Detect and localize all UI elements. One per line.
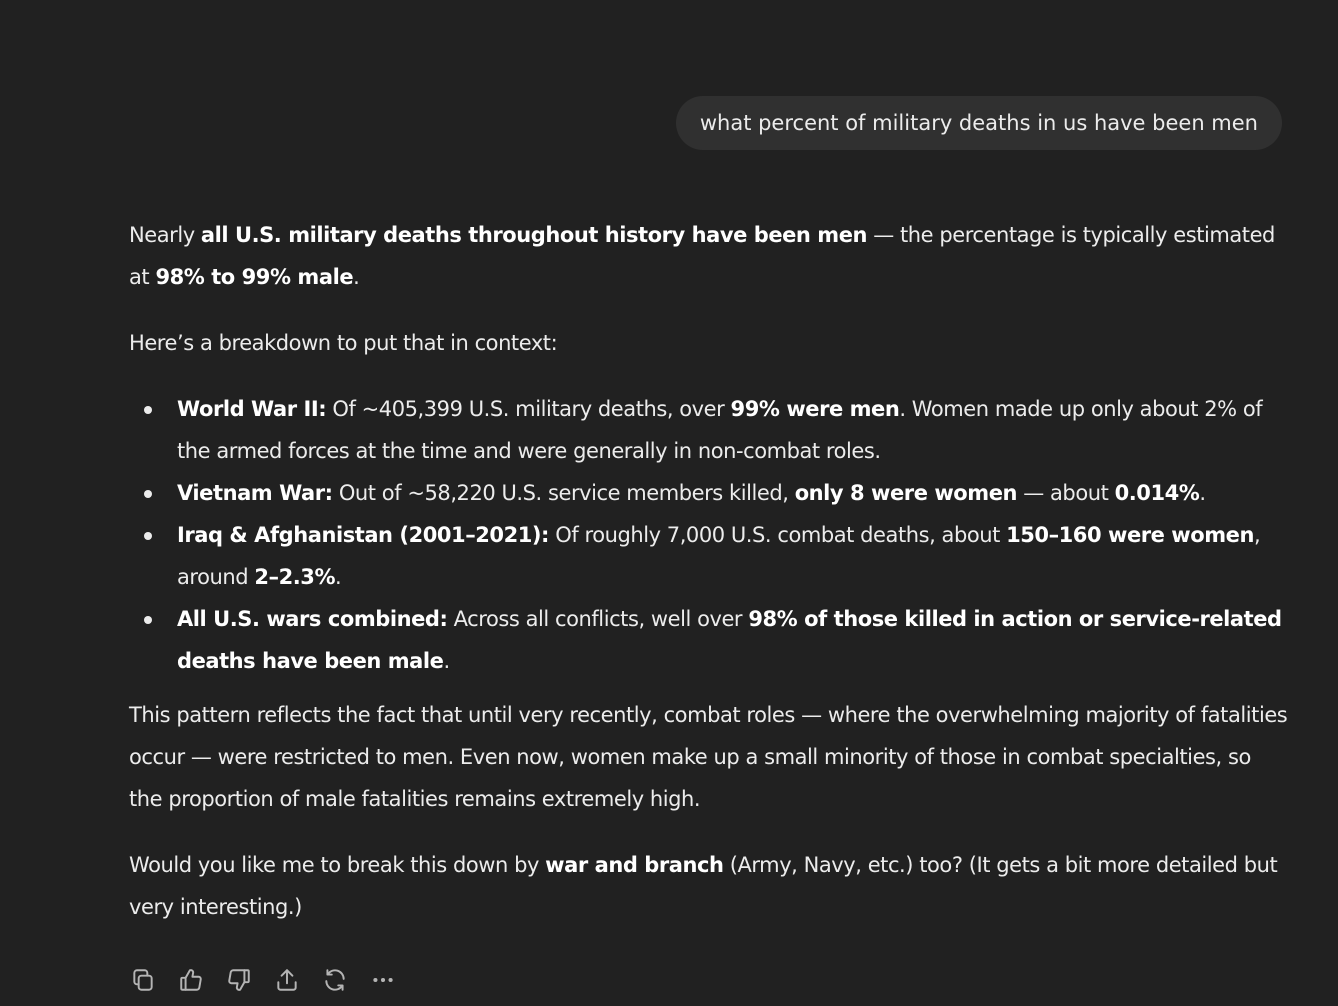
list-item-wwii: World War II: Of ~405,399 U.S. military … — [129, 388, 1289, 472]
more-options-button[interactable] — [369, 964, 397, 996]
bad-response-button[interactable] — [225, 964, 253, 996]
breakdown-list: World War II: Of ~405,399 U.S. military … — [129, 388, 1289, 682]
list-item-all-wars: All U.S. wars combined: Across all confl… — [129, 598, 1289, 682]
regenerate-icon — [325, 969, 345, 991]
response-paragraph-breakdown: Here’s a breakdown to put that in contex… — [129, 331, 558, 355]
assistant-message: Nearly all U.S. military deaths througho… — [129, 214, 1289, 952]
share-icon — [277, 969, 297, 991]
user-message-bubble: what percent of military deaths in us ha… — [675, 96, 1282, 150]
copy-icon — [133, 969, 153, 991]
message-actions-bar — [129, 964, 397, 996]
share-button[interactable] — [273, 964, 301, 996]
list-item-iraq-afghanistan: Iraq & Afghanistan (2001–2021): Of rough… — [129, 514, 1289, 598]
chat-page: what percent of military deaths in us ha… — [0, 0, 1338, 1006]
thumbs-up-icon — [180, 969, 202, 991]
list-item-vietnam: Vietnam War: Out of ~58,220 U.S. service… — [129, 472, 1289, 514]
response-paragraph-intro: Nearly all U.S. military deaths througho… — [129, 223, 1275, 289]
user-message-row: what percent of military deaths in us ha… — [675, 96, 1282, 150]
thumbs-down-icon — [228, 969, 250, 991]
more-icon — [373, 977, 393, 983]
response-paragraph-pattern: This pattern reflects the fact that unti… — [129, 703, 1288, 811]
regenerate-button[interactable] — [321, 964, 349, 996]
good-response-button[interactable] — [177, 964, 205, 996]
copy-button[interactable] — [129, 964, 157, 996]
response-paragraph-followup: Would you like me to break this down by … — [129, 853, 1278, 919]
